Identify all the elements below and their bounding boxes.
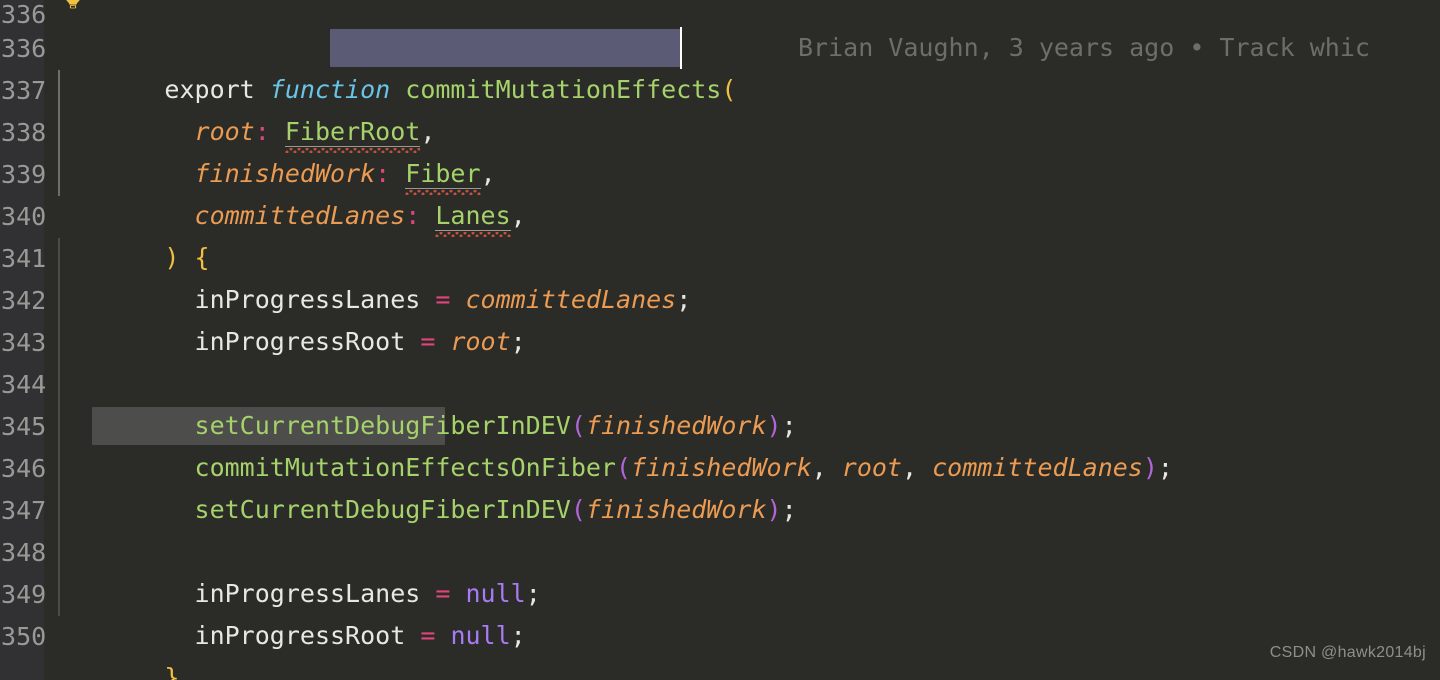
token-comma: , <box>480 159 496 188</box>
code-line[interactable]: inProgressLanes = null; <box>44 531 1440 608</box>
line-number: 2338 <box>0 118 47 147</box>
watermark-text: CSDN @hawk2014bj <box>1269 644 1426 661</box>
token-ident-root: root <box>450 327 511 356</box>
token-keyword-null: null <box>465 579 526 608</box>
line-number: 2348 <box>0 538 47 567</box>
line-number: 2339 <box>0 160 47 189</box>
line-number: 2337 <box>0 76 47 105</box>
watermark: CSDN @hawk2014bj <box>1270 632 1426 674</box>
line-number: 2345 <box>0 412 47 441</box>
token-param-committedlanes: committedLanes <box>194 201 406 230</box>
token-close-brace: } <box>164 663 180 680</box>
token-ident-committedlanes: committedLanes <box>465 285 677 314</box>
token-open-paren: ( <box>615 453 632 482</box>
token-arg-finishedwork: finishedWork <box>631 453 812 482</box>
line-number: 2341 <box>0 244 47 273</box>
token-open-paren: ( <box>570 411 586 440</box>
token-call-onfiber-suffix[interactable]: OnFiber <box>511 453 616 482</box>
indent-guide-body <box>58 238 60 616</box>
token-assign: = <box>420 621 436 650</box>
token-arg-committedlanes: committedLanes <box>932 453 1143 482</box>
token-comma: , <box>420 117 436 146</box>
token-semicolon: ; <box>510 327 526 356</box>
line-number: 2342 <box>0 286 47 315</box>
token-open-paren: ( <box>570 495 586 524</box>
code-content-area[interactable]: export function commitMutationEffects( r… <box>44 0 1440 680</box>
token-comma: , <box>811 453 827 482</box>
token-ident-inprogressroot: inProgressRoot <box>194 327 406 356</box>
code-line[interactable]: setCurrentDebugFiberInDEV(finishedWork); <box>44 363 1440 440</box>
lightbulb-icon[interactable] <box>60 0 86 12</box>
git-blame-annotation[interactable]: Brian Vaughn, 3 years ago • Track whic <box>798 27 1440 69</box>
token-call-setcurrentdebugfiberindev[interactable]: setCurrentDebugFiberInDEV <box>195 411 571 440</box>
token-call-commitmutationeffects-match[interactable]: commitMutationEffects <box>195 453 511 482</box>
token-arg-root: root <box>841 453 902 482</box>
token-ident-inprogresslanes: inProgressLanes <box>194 285 421 314</box>
token-comma: , <box>902 453 918 482</box>
token-close-paren: ) <box>766 411 782 440</box>
selection-highlight <box>330 29 681 67</box>
token-assign: = <box>435 579 451 608</box>
code-line[interactable]: inProgressLanes = committedLanes; <box>44 237 1440 314</box>
token-call-setcurrentdebugfiberindev[interactable]: setCurrentDebugFiberInDEV <box>195 495 571 524</box>
token-semicolon: ; <box>676 285 692 314</box>
line-number: 2350 <box>0 622 47 651</box>
line-number-gutter[interactable]: 2336 2336 2337 2338 2339 2340 2341 2342 … <box>0 0 47 680</box>
token-open-paren: ( <box>721 75 737 104</box>
line-number: 2344 <box>0 370 47 399</box>
token-ident-inprogressroot: inProgressRoot <box>194 621 406 650</box>
text-caret <box>680 27 682 69</box>
token-semicolon: ; <box>1157 453 1173 482</box>
code-editor-pane[interactable]: 2336 2336 2337 2338 2339 2340 2341 2342 … <box>0 0 1440 680</box>
token-arg-finishedwork: finishedWork <box>585 495 767 524</box>
token-close-paren: ) <box>766 495 782 524</box>
line-number: 2349 <box>0 580 47 609</box>
token-export: export <box>164 75 255 104</box>
token-close-paren: ) <box>164 243 180 272</box>
token-semicolon: ; <box>781 495 797 524</box>
token-type-fiber[interactable]: Fiber <box>405 159 481 189</box>
git-blame-text: Brian Vaughn, 3 years ago • Track whic <box>798 33 1370 62</box>
token-arg-finishedwork: finishedWork <box>585 411 767 440</box>
token-colon: : <box>405 201 421 230</box>
token-close-paren: ) <box>1142 453 1158 482</box>
token-type-fiberroot[interactable]: FiberRoot <box>284 117 421 147</box>
token-semicolon: ; <box>525 579 541 608</box>
token-open-brace: { <box>194 243 210 272</box>
line-number: 2336 <box>0 34 47 63</box>
token-comma: , <box>510 201 526 230</box>
token-colon: : <box>254 117 270 146</box>
token-semicolon: ; <box>781 411 797 440</box>
token-param-root: root <box>194 117 255 146</box>
token-assign: = <box>420 327 436 356</box>
token-function-name[interactable]: commitMutationEffects <box>405 75 721 104</box>
indent-guide-params <box>58 70 60 196</box>
token-param-finishedwork: finishedWork <box>194 159 376 188</box>
token-colon: : <box>375 159 391 188</box>
token-ident-inprogresslanes: inProgressLanes <box>194 579 421 608</box>
line-number: 2340 <box>0 202 47 231</box>
token-function: function <box>269 75 391 104</box>
token-type-lanes[interactable]: Lanes <box>435 201 511 231</box>
token-semicolon: ; <box>510 621 526 650</box>
line-number: 2346 <box>0 454 47 483</box>
line-number: 2343 <box>0 328 47 357</box>
token-assign: = <box>435 285 451 314</box>
token-keyword-null: null <box>450 621 511 650</box>
line-number: 2347 <box>0 496 47 525</box>
